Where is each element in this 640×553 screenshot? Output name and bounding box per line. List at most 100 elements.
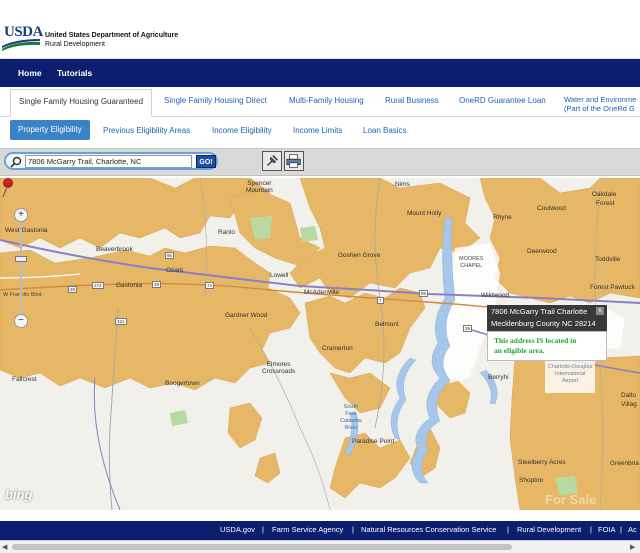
- watermark-text: For Sale: [545, 492, 597, 507]
- site-header: USDA United States Department of Agricul…: [0, 0, 640, 58]
- place-shopton: Shopton: [519, 477, 544, 484]
- place-lowell: Lowell: [270, 272, 289, 279]
- sub-tabs: Property Eligibility Previous Eligibilit…: [0, 117, 640, 147]
- place-goshen-grove: Goshen Grove: [338, 252, 381, 259]
- tab-loan-basics[interactable]: Loan Basics: [363, 126, 407, 135]
- place-ranlo: Ranlo: [218, 229, 235, 236]
- print-button[interactable]: [284, 151, 304, 171]
- eligibility-result-popup: 7806 McGarry Trail Charlotte Mecklenburg…: [487, 305, 607, 361]
- tab-multi-family-housing[interactable]: Multi-Family Housing: [289, 96, 364, 105]
- place-coulwood: Coulwood: [537, 205, 566, 212]
- road-shield: 85: [165, 252, 175, 259]
- place-deerwood: Deerwood: [527, 248, 557, 255]
- footer-link-fsa[interactable]: Farm Service Agency: [272, 525, 343, 534]
- address-search: GO!: [4, 152, 218, 170]
- place-elmores-crossroads: Elmores Crossroads: [262, 361, 296, 375]
- footer-separator: |: [352, 525, 354, 534]
- footer-separator: |: [507, 525, 509, 534]
- place-villag: Villag: [621, 401, 637, 408]
- tab-single-family-housing-guaranteed[interactable]: Single Family Housing Guaranteed: [10, 89, 153, 117]
- place-berryhill: Berryhi: [488, 374, 509, 381]
- zoom-slider-thumb[interactable]: [15, 256, 27, 262]
- popup-address: 7806 McGarry Trail Charlotte Mecklenburg…: [487, 305, 607, 331]
- footer-link-accessibility[interactable]: Ac: [628, 525, 637, 534]
- tab-water-and-environmental[interactable]: Water and Environme (Part of the OneRd G: [564, 95, 636, 113]
- site-footer: USDA.gov | Farm Service Agency | Natural…: [0, 521, 640, 540]
- road-shield: 29: [152, 281, 162, 288]
- place-south-fork-catawba-river: South Fork Catawba River: [340, 404, 362, 431]
- footer-link-rural-development[interactable]: Rural Development: [517, 525, 581, 534]
- zoom-slider-track[interactable]: [20, 222, 22, 314]
- program-tabs: Single Family Housing Guaranteed Single …: [0, 87, 640, 117]
- popup-eligibility-result: This address IS located in an eligible a…: [487, 331, 607, 361]
- map-toolbar: GO!: [0, 148, 640, 176]
- agency-name: United States Department of Agriculture …: [45, 32, 179, 48]
- horizontal-scrollbar[interactable]: ◀ ▶: [0, 540, 640, 553]
- place-belmont: Belmont: [375, 321, 399, 328]
- tab-single-family-housing-direct[interactable]: Single Family Housing Direct: [164, 96, 267, 105]
- scroll-right-icon[interactable]: ▶: [630, 543, 635, 551]
- tab-income-eligibility[interactable]: Income Eligibility: [212, 126, 272, 135]
- road-shield: 85: [419, 290, 429, 297]
- eligibility-map[interactable]: Spencer Mountain Nims Oakdale Forest Mou…: [0, 178, 640, 510]
- place-cramerton: Cramerton: [322, 345, 353, 352]
- place-wildwood: Wildwood: [481, 292, 510, 299]
- nav-tutorials[interactable]: Tutorials: [57, 68, 92, 78]
- go-button[interactable]: GO!: [196, 155, 216, 168]
- place-mcadenville: McAdenville: [304, 289, 340, 296]
- address-search-input[interactable]: [25, 155, 192, 168]
- road-shield: 29: [463, 325, 473, 332]
- place-beaverbrook: Beaverbrook: [96, 246, 133, 253]
- location-pin-icon[interactable]: [0, 178, 14, 198]
- place-gastonia: Gastonia: [116, 282, 143, 289]
- printer-icon: [286, 154, 301, 168]
- pan-tool-button[interactable]: [262, 151, 282, 171]
- tab-rural-business[interactable]: Rural Business: [385, 96, 439, 105]
- road-shield: 29: [68, 286, 78, 293]
- pushpin-icon: [267, 155, 278, 166]
- popup-close-icon[interactable]: x: [596, 307, 604, 315]
- footer-separator: |: [590, 525, 592, 534]
- scroll-left-icon[interactable]: ◀: [2, 543, 7, 551]
- place-nims: Nims: [395, 181, 410, 188]
- footer-separator: |: [262, 525, 264, 534]
- scrollbar-thumb[interactable]: [12, 544, 512, 550]
- zoom-out-button[interactable]: −: [14, 314, 28, 328]
- place-boogertown: Boogertown: [165, 380, 200, 387]
- road-shield: 7: [377, 297, 384, 304]
- place-ozark: Ozark: [166, 267, 184, 274]
- search-icon: [10, 156, 22, 168]
- place-greenbriar: Greenbria: [610, 460, 639, 467]
- tab-onerd-guarantee-loan[interactable]: OneRD Guarantee Loan: [459, 96, 546, 105]
- place-moores-chapel: MOORES CHAPEL: [459, 256, 484, 269]
- place-toddville: Toddville: [595, 256, 621, 263]
- tab-income-limits[interactable]: Income Limits: [293, 126, 342, 135]
- usda-eligibility-page: USDA United States Department of Agricul…: [0, 0, 640, 553]
- road-shield: 321: [115, 318, 127, 325]
- place-steelberry-acres: Steelberry Acres: [518, 459, 566, 466]
- footer-link-usda[interactable]: USDA.gov: [220, 525, 255, 534]
- usda-leaf-icon: [2, 39, 40, 51]
- place-fallcrest: Fallcrest: [12, 376, 37, 383]
- place-forest: Forest: [596, 200, 615, 207]
- place-spencer-mountain: Spencer Mountain: [246, 180, 273, 194]
- main-nav: Home Tutorials: [0, 58, 640, 87]
- zoom-control: + −: [14, 208, 28, 328]
- place-gardner-wood: Gardner Wood: [225, 312, 268, 319]
- place-forest-pawtuck: Forest Pawtuck: [590, 284, 635, 291]
- tab-previous-eligibility-areas[interactable]: Previous Eligibility Areas: [103, 126, 190, 135]
- place-rhyne: Rhyne: [493, 214, 512, 221]
- footer-link-foia[interactable]: FOIA: [598, 525, 616, 534]
- road-shield: 274: [92, 282, 104, 289]
- road-shield: 74: [205, 282, 215, 289]
- place-dalto: Dalto: [621, 392, 637, 399]
- footer-separator: |: [620, 525, 622, 534]
- bing-logo: bing: [5, 487, 33, 502]
- nav-home[interactable]: Home: [18, 68, 42, 78]
- place-paradise-point: Paradise Point: [352, 438, 395, 445]
- place-mount-holly: Mount Holly: [407, 210, 442, 217]
- place-charlotte-douglas-airport: Charlotte-Douglas International Airport: [548, 364, 593, 384]
- zoom-in-button[interactable]: +: [14, 208, 28, 222]
- footer-link-nrcs[interactable]: Natural Resources Conservation Service: [361, 525, 496, 534]
- tab-property-eligibility[interactable]: Property Eligibility: [10, 120, 90, 140]
